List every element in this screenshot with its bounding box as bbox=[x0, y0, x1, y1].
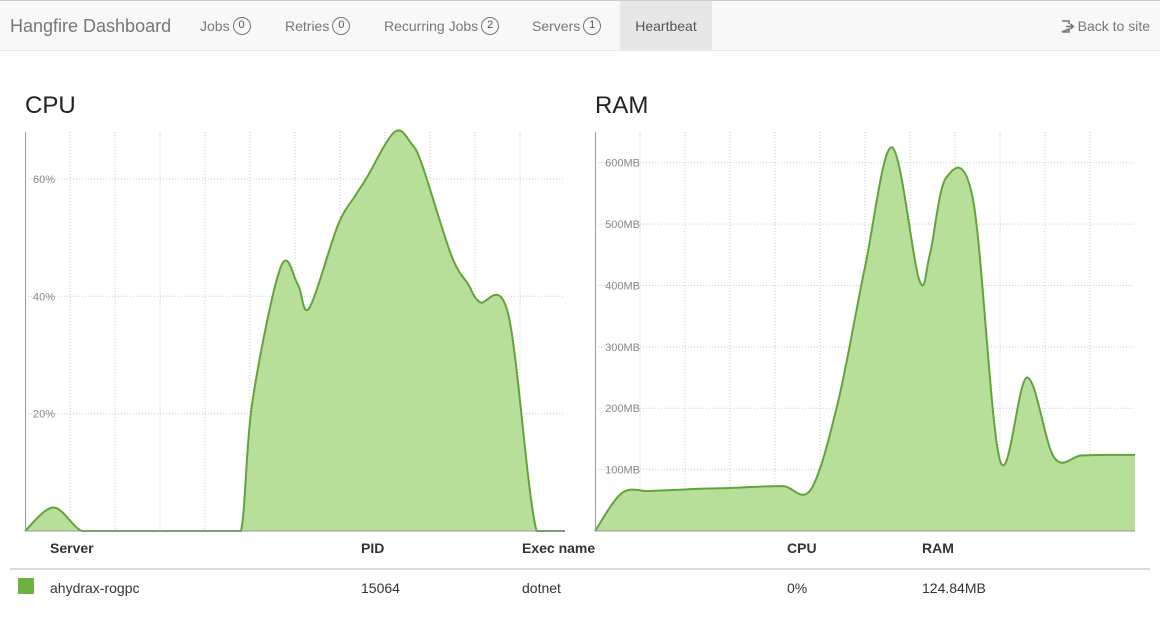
back-to-site-link[interactable]: Back to site bbox=[1061, 1, 1150, 51]
y-tick-label: 600MB bbox=[605, 158, 640, 170]
column-header-ram: RAM bbox=[922, 540, 954, 556]
table-header-divider bbox=[10, 568, 1150, 570]
column-header-server: Server bbox=[50, 540, 94, 556]
y-tick-label: 400MB bbox=[605, 280, 640, 292]
pid-cell: 15064 bbox=[361, 580, 400, 596]
y-tick-label: 500MB bbox=[605, 219, 640, 231]
jobs-count-badge: 0 bbox=[232, 17, 251, 36]
nav-jobs[interactable]: Jobs 0 bbox=[200, 1, 251, 51]
y-tick-label: 300MB bbox=[605, 342, 640, 354]
server-color-swatch bbox=[18, 578, 34, 594]
column-header-exec-name: Exec name bbox=[522, 540, 596, 556]
recurring-jobs-count-badge: 2 bbox=[481, 17, 500, 36]
ram-cell: 124.84MB bbox=[922, 580, 986, 596]
nav-recurring-jobs[interactable]: Recurring Jobs 2 bbox=[384, 1, 500, 51]
nav-retries-label: Retries bbox=[285, 18, 330, 34]
cpu-cell: 0% bbox=[787, 580, 808, 596]
cpu-chart-title: CPU bbox=[25, 92, 76, 119]
retries-count-badge: 0 bbox=[332, 17, 351, 36]
server-name-cell: ahydrax-rogpc bbox=[50, 580, 140, 596]
cpu-chart: 20% 40% 60% bbox=[24, 129, 565, 533]
nav-retries[interactable]: Retries 0 bbox=[285, 1, 351, 51]
nav-jobs-label: Jobs bbox=[200, 18, 230, 34]
y-tick-label: 200MB bbox=[605, 403, 640, 415]
sign-out-icon bbox=[1061, 19, 1075, 33]
nav-heartbeat[interactable]: Heartbeat bbox=[620, 1, 712, 51]
nav-servers[interactable]: Servers 1 bbox=[532, 1, 602, 51]
y-tick-label: 20% bbox=[33, 409, 55, 421]
ram-chart: 100MB 200MB 300MB 400MB 500MB 600MB bbox=[594, 132, 1136, 532]
nav-servers-label: Servers bbox=[532, 18, 581, 34]
brand-link[interactable]: Hangfire Dashboard bbox=[10, 1, 171, 51]
ram-chart-title: RAM bbox=[595, 92, 649, 119]
series-area bbox=[25, 130, 565, 531]
nav-recurring-jobs-label: Recurring Jobs bbox=[384, 18, 479, 34]
y-tick-label: 60% bbox=[33, 174, 55, 186]
servers-count-badge: 1 bbox=[583, 17, 602, 36]
navbar: Hangfire Dashboard Jobs 0 Retries 0 Recurr… bbox=[0, 0, 1160, 51]
back-to-site-label: Back to site bbox=[1077, 18, 1150, 34]
y-tick-label: 100MB bbox=[605, 465, 640, 477]
column-header-pid: PID bbox=[361, 540, 385, 556]
y-tick-label: 40% bbox=[33, 291, 55, 303]
exec-name-cell: dotnet bbox=[522, 580, 561, 596]
column-header-cpu: CPU bbox=[787, 540, 817, 556]
